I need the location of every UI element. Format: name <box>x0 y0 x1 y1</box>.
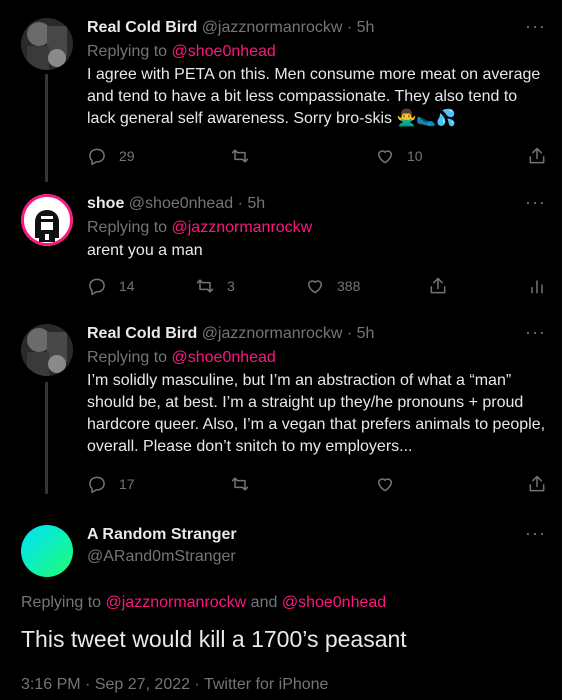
tweet-header: Real Cold Bird @jazznormanrockw · 5h <box>87 324 374 344</box>
separator-dot: · <box>80 676 95 693</box>
share-button[interactable] <box>428 276 448 296</box>
replying-label: Replying to <box>21 594 106 611</box>
reply-count: 17 <box>119 476 135 492</box>
tweet-text: I’m solidly masculine, but I’m an abstra… <box>87 372 546 455</box>
retweet-icon <box>231 149 249 163</box>
analytics-icon <box>531 280 543 294</box>
author-name[interactable]: shoe <box>87 195 124 212</box>
avatar[interactable] <box>21 18 73 70</box>
mention-link[interactable]: @shoe0nhead <box>282 594 386 611</box>
author-name[interactable]: Real Cold Bird <box>87 325 197 342</box>
separator-dot: · <box>237 195 243 212</box>
avatar-image-icon <box>21 18 73 70</box>
action-bar: 17 <box>87 474 551 496</box>
share-icon <box>430 277 446 294</box>
reply-tweet-1[interactable]: Real Cold Bird @jazznormanrockw · 5h ···… <box>0 16 562 168</box>
tweet-header: shoe @shoe0nhead · 5h <box>87 194 265 214</box>
more-options-icon[interactable]: ··· <box>525 16 546 37</box>
reply-tweet-3[interactable]: Real Cold Bird @jazznormanrockw · 5h ···… <box>0 322 562 496</box>
reply-icon <box>89 476 105 494</box>
share-button[interactable] <box>527 146 547 166</box>
share-icon <box>529 147 545 164</box>
tweet-header: Real Cold Bird @jazznormanrockw · 5h <box>87 18 374 38</box>
more-options-icon[interactable]: ··· <box>525 322 546 343</box>
avatar-image-icon <box>21 324 73 376</box>
like-count: 388 <box>337 278 361 294</box>
heart-icon <box>378 150 392 164</box>
like-count: 10 <box>407 148 423 164</box>
replying-and: and <box>246 594 282 611</box>
more-options-icon[interactable]: ··· <box>525 192 546 213</box>
replying-label: Replying to <box>87 43 172 60</box>
share-button[interactable] <box>527 474 547 494</box>
replying-to: Replying to @shoe0nhead <box>87 348 276 368</box>
tweet-time[interactable]: 5h <box>357 325 375 342</box>
tweet-time[interactable]: 5h <box>247 195 265 212</box>
analytics-button[interactable] <box>527 276 547 296</box>
reply-button[interactable]: 14 <box>87 276 135 296</box>
author-handle[interactable]: @jazznormanrockw <box>202 325 343 342</box>
avatar[interactable] <box>21 525 73 577</box>
retweet-button[interactable] <box>230 474 262 494</box>
tweet-date[interactable]: Sep 27, 2022 <box>95 676 190 693</box>
heart-icon <box>378 478 392 492</box>
avatar[interactable] <box>21 194 73 246</box>
retweet-button[interactable]: 3 <box>195 276 235 296</box>
like-button[interactable] <box>375 474 407 494</box>
like-button[interactable]: 388 <box>305 276 360 296</box>
replying-label: Replying to <box>87 219 172 236</box>
author-name[interactable]: Real Cold Bird <box>87 19 197 36</box>
mention-link[interactable]: @shoe0nhead <box>172 349 276 366</box>
author-name[interactable]: A Random Stranger <box>87 525 237 545</box>
author-handle[interactable]: @jazznormanrockw <box>202 19 343 36</box>
tweet-text: I agree with PETA on this. Men consume m… <box>87 66 541 127</box>
thread-line <box>45 74 48 182</box>
reply-button[interactable]: 17 <box>87 474 135 494</box>
reply-icon <box>89 148 105 166</box>
separator-dot: · <box>190 676 204 693</box>
replying-to: Replying to @jazznormanrockw <box>87 218 312 238</box>
heart-icon <box>308 280 322 294</box>
reply-count: 29 <box>119 148 135 164</box>
avatar-image-icon <box>21 194 73 246</box>
reply-icon <box>89 278 105 296</box>
tweet-meta: 3:16 PM · Sep 27, 2022 · Twitter for iPh… <box>21 675 328 695</box>
retweet-icon <box>231 477 249 491</box>
replying-label: Replying to <box>87 349 172 366</box>
reply-button[interactable]: 29 <box>87 146 135 166</box>
mention-link[interactable]: @jazznormanrockw <box>106 594 247 611</box>
separator-dot: · <box>346 19 353 36</box>
tweet-text: arent you a man <box>87 242 203 259</box>
mention-link[interactable]: @shoe0nhead <box>172 43 276 60</box>
like-button[interactable]: 10 <box>375 146 423 166</box>
tweet-time[interactable]: 5h <box>357 19 375 36</box>
reply-tweet-2[interactable]: shoe @shoe0nhead · 5h ··· Replying to @j… <box>0 192 562 304</box>
author-handle[interactable]: @ARand0mStranger <box>87 547 236 567</box>
tweet-client: Twitter for iPhone <box>203 676 329 693</box>
replying-to: Replying to @jazznormanrockw and @shoe0n… <box>21 593 386 613</box>
more-options-icon[interactable]: ··· <box>525 523 546 544</box>
retweet-count: 3 <box>227 278 235 294</box>
mention-link[interactable]: @jazznormanrockw <box>172 219 313 236</box>
reply-count: 14 <box>119 278 135 294</box>
replying-to: Replying to @shoe0nhead <box>87 42 276 62</box>
tweet-time[interactable]: 3:16 PM <box>21 676 81 693</box>
tweet-text: This tweet would kill a 1700’s peasant <box>21 626 407 652</box>
share-icon <box>529 475 545 492</box>
avatar[interactable] <box>21 324 73 376</box>
main-tweet: A Random Stranger ··· @ARand0mStranger R… <box>0 523 562 700</box>
author-handle[interactable]: @shoe0nhead <box>129 195 233 212</box>
separator-dot: · <box>346 325 353 342</box>
action-bar: 14 3 388 <box>87 276 551 298</box>
action-bar: 29 10 <box>87 146 551 168</box>
retweet-icon <box>196 279 214 293</box>
retweet-button[interactable] <box>230 146 262 166</box>
